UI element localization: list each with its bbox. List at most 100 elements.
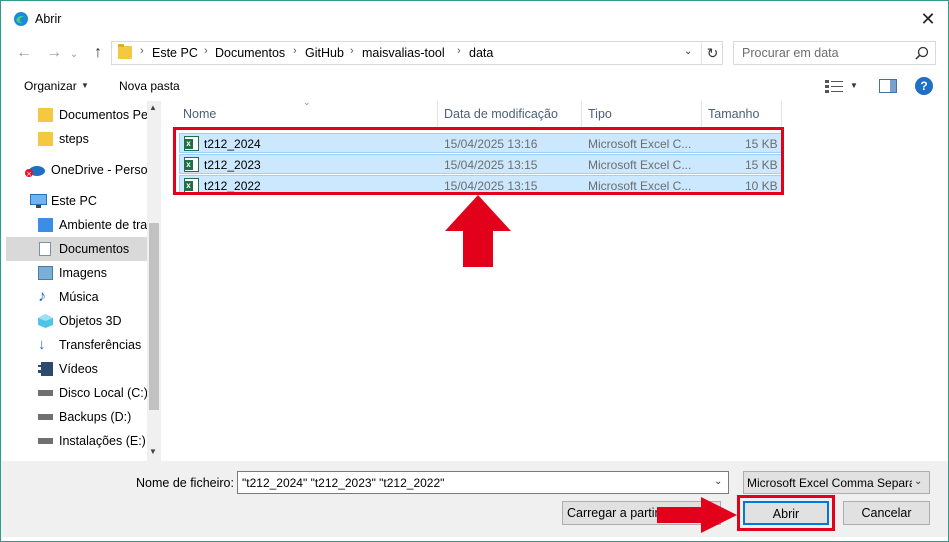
file-type-value: Microsoft Excel Comma Separated	[747, 476, 912, 490]
drive-icon	[38, 390, 53, 396]
filename-value: "t212_2024" "t212_2023" "t212_2022"	[242, 476, 445, 490]
annotation-up-arrow	[445, 195, 511, 267]
sidebar-item-label: Backups (D:)	[59, 410, 132, 424]
recent-locations-dropdown[interactable]: ⌄	[63, 45, 85, 65]
folder-icon	[118, 44, 132, 59]
dropdown-triangle-icon: ▼	[81, 81, 89, 90]
annotation-open-highlight	[737, 495, 835, 531]
sidebar-item-label: Objetos 3D	[59, 314, 122, 328]
sidebar-item-label: Transferências	[59, 338, 142, 352]
sidebar-item-documentos-pessoais[interactable]: Documentos Pessoais	[6, 103, 147, 127]
chevron-right-icon: ›	[350, 45, 354, 57]
filename-label: Nome de ficheiro:	[136, 476, 234, 490]
search-placeholder: Procurar em data	[742, 46, 839, 60]
breadcrumb-este-pc[interactable]: Este PC	[152, 46, 198, 60]
sidebar-item-videos[interactable]: Vídeos	[6, 357, 147, 381]
chevron-right-icon: ›	[204, 45, 208, 57]
back-button[interactable]: ←	[13, 43, 35, 63]
chevron-right-icon: ›	[457, 45, 461, 57]
sidebar-item-documentos[interactable]: Documentos	[6, 237, 147, 261]
column-header-type[interactable]: Tipo	[582, 101, 702, 127]
navigation-pane: Documentos Pessoais steps × OneDrive - P…	[6, 101, 161, 461]
search-input[interactable]: Procurar em data	[733, 41, 936, 65]
breadcrumb-documentos[interactable]: Documentos	[215, 46, 285, 60]
computer-icon	[30, 194, 47, 208]
breadcrumb-data[interactable]: data	[469, 46, 493, 60]
help-icon[interactable]: ?	[915, 77, 933, 95]
desktop-icon	[38, 218, 53, 232]
organize-menu[interactable]: Organizar	[24, 79, 77, 93]
filename-field[interactable]: "t212_2024" "t212_2023" "t212_2022" ⌄	[237, 471, 729, 494]
up-arrow-icon: ↑	[94, 44, 102, 61]
sidebar-item-musica[interactable]: ♪ Música	[6, 285, 147, 309]
back-arrow-icon: ←	[16, 44, 32, 61]
sidebar-item-este-pc[interactable]: Este PC	[6, 189, 147, 213]
sidebar-item-disco-local-c[interactable]: Disco Local (C:)	[6, 381, 148, 405]
onedrive-icon: ×	[25, 166, 45, 177]
scrollbar-thumb[interactable]	[149, 223, 159, 410]
sidebar-item-label: Vídeos	[59, 362, 98, 376]
refresh-icon: ↻	[706, 45, 719, 61]
sidebar-item-steps[interactable]: steps	[6, 127, 147, 151]
svg-text:×: ×	[26, 170, 32, 177]
objects3d-icon	[38, 314, 53, 328]
images-icon	[38, 266, 53, 280]
chevron-right-icon: ›	[140, 45, 144, 57]
sidebar-item-label: Música	[59, 290, 99, 304]
sidebar-item-imagens[interactable]: Imagens	[6, 261, 147, 285]
close-icon: ✕	[920, 9, 936, 29]
chevron-down-icon[interactable]: ⌄	[714, 476, 722, 487]
folder-icon	[38, 108, 53, 122]
column-header-date[interactable]: Data de modificação	[438, 101, 582, 127]
annotation-right-arrow	[657, 497, 737, 533]
sidebar-item-label: steps	[59, 132, 89, 146]
open-file-dialog: Abrir ✕ ← → ⌄ ↑ › Este PC › Documentos ›…	[0, 0, 949, 542]
view-dropdown-icon[interactable]: ▼	[850, 81, 858, 90]
sidebar-item-transferencias[interactable]: ↓ Transferências	[6, 333, 147, 357]
new-folder-button[interactable]: Nova pasta	[119, 79, 180, 93]
sidebar-item-instalacoes-e[interactable]: Instalações (E:)	[6, 429, 147, 453]
downloads-icon: ↓	[38, 336, 46, 353]
column-header-name[interactable]: Nome	[177, 101, 438, 127]
close-button[interactable]: ✕	[905, 1, 949, 37]
sidebar-item-backups-d[interactable]: Backups (D:)	[6, 405, 147, 429]
refresh-button[interactable]: ↻	[701, 42, 723, 64]
window-title: Abrir	[35, 12, 62, 26]
breadcrumb-github[interactable]: GitHub	[305, 46, 344, 60]
file-type-select[interactable]: Microsoft Excel Comma Separated ⌄	[743, 471, 930, 494]
forward-arrow-icon: →	[46, 44, 62, 61]
view-options-icon[interactable]	[825, 79, 843, 93]
column-header-size[interactable]: Tamanho	[702, 101, 782, 127]
title-bar: Abrir ✕	[1, 1, 948, 37]
folder-icon	[38, 132, 53, 146]
address-bar[interactable]: › Este PC › Documentos › GitHub › maisva…	[111, 41, 723, 65]
scroll-down-icon[interactable]: ▼	[149, 447, 157, 456]
documents-icon	[39, 242, 51, 256]
videos-icon	[38, 362, 53, 376]
command-bar: Organizar ▼ Nova pasta ▼ ?	[1, 71, 948, 101]
preview-pane-icon[interactable]	[879, 79, 897, 93]
sidebar-item-onedrive[interactable]: × OneDrive - Personal	[6, 158, 147, 182]
breadcrumb-maisvalias-tool[interactable]: maisvalias-tool	[362, 46, 445, 60]
navigation-bar: ← → ⌄ ↑ › Este PC › Documentos › GitHub …	[1, 37, 948, 69]
chevron-down-icon[interactable]: ⌄	[684, 46, 692, 57]
sidebar-item-label: Imagens	[59, 266, 107, 280]
cancel-button[interactable]: Cancelar	[843, 501, 930, 525]
sidebar-item-label: Este PC	[51, 194, 97, 208]
chevron-down-icon: ⌄	[914, 476, 923, 487]
drive-icon	[38, 414, 53, 420]
edge-browser-icon	[14, 12, 28, 26]
sidebar-item-label: Instalações (E:)	[59, 434, 146, 448]
up-button[interactable]: ↑	[87, 43, 109, 63]
sidebar-item-label: OneDrive - Personal	[51, 163, 147, 177]
sidebar-item-label: Ambiente de trabalho	[59, 218, 147, 232]
search-icon	[915, 46, 929, 60]
annotation-highlight-box	[173, 127, 784, 195]
sidebar-item-ambiente-de-trabalho[interactable]: Ambiente de trabalho	[6, 213, 147, 237]
chevron-right-icon: ›	[293, 45, 297, 57]
music-icon: ♪	[38, 288, 46, 305]
scroll-up-icon[interactable]: ▲	[149, 103, 157, 112]
sidebar-item-objetos-3d[interactable]: Objetos 3D	[6, 309, 147, 333]
forward-button[interactable]: →	[43, 43, 65, 63]
sidebar-scrollbar[interactable]: ▲ ▼	[147, 101, 161, 461]
